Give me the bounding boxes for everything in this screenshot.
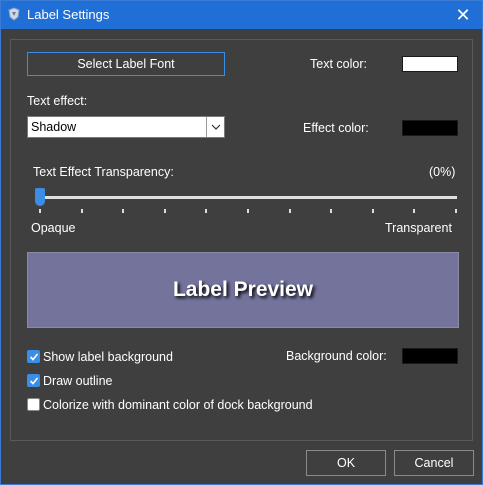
chevron-down-icon[interactable] [206,117,224,137]
transparency-percent: (0%) [429,165,456,179]
app-icon [8,7,20,21]
background-color-swatch[interactable] [402,348,458,364]
settings-panel: Select Label Font Text color: Text effec… [10,39,473,441]
show-background-label[interactable]: Show label background [43,350,173,364]
colorize-checkbox[interactable] [27,398,40,411]
slider-tick [122,209,125,213]
show-background-checkbox[interactable] [27,350,40,363]
slider-tick [455,209,457,213]
opaque-label: Opaque [31,221,76,235]
select-label-font-button[interactable]: Select Label Font [27,52,225,76]
slider-tick [371,209,374,213]
slider-tick [288,209,291,213]
draw-outline-label[interactable]: Draw outline [43,374,112,388]
text-effect-select[interactable]: Shadow [27,116,225,138]
label-settings-dialog: Label Settings ✕ Select Label Font Text … [0,0,483,485]
slider-tick [80,209,83,213]
transparency-slider-track[interactable] [39,196,457,199]
background-color-label: Background color: [286,349,387,363]
title-bar[interactable]: Label Settings ✕ [1,1,482,29]
window-title: Label Settings [27,7,110,22]
cancel-button[interactable]: Cancel [394,450,474,476]
colorize-label[interactable]: Colorize with dominant color of dock bac… [43,398,313,412]
effect-color-swatch[interactable] [402,120,458,136]
slider-tick [205,209,208,213]
text-color-swatch[interactable] [402,56,458,72]
slider-tick [413,209,416,213]
text-effect-label: Text effect: [27,94,88,108]
slider-tick [163,209,166,213]
transparency-label: Text Effect Transparency: [33,165,174,179]
slider-tick [330,209,333,213]
slider-tick [39,209,41,213]
text-effect-selected: Shadow [31,120,77,134]
effect-color-label: Effect color: [303,121,369,135]
draw-outline-checkbox[interactable] [27,374,40,387]
ok-button[interactable]: OK [306,450,386,476]
slider-tick [247,209,249,213]
transparency-slider-thumb[interactable] [35,188,45,206]
transparent-label: Transparent [385,221,452,235]
text-color-label: Text color: [310,57,367,71]
label-preview-text: Label Preview [172,278,314,301]
close-icon[interactable]: ✕ [452,4,474,26]
label-preview: Label Preview [27,252,459,328]
